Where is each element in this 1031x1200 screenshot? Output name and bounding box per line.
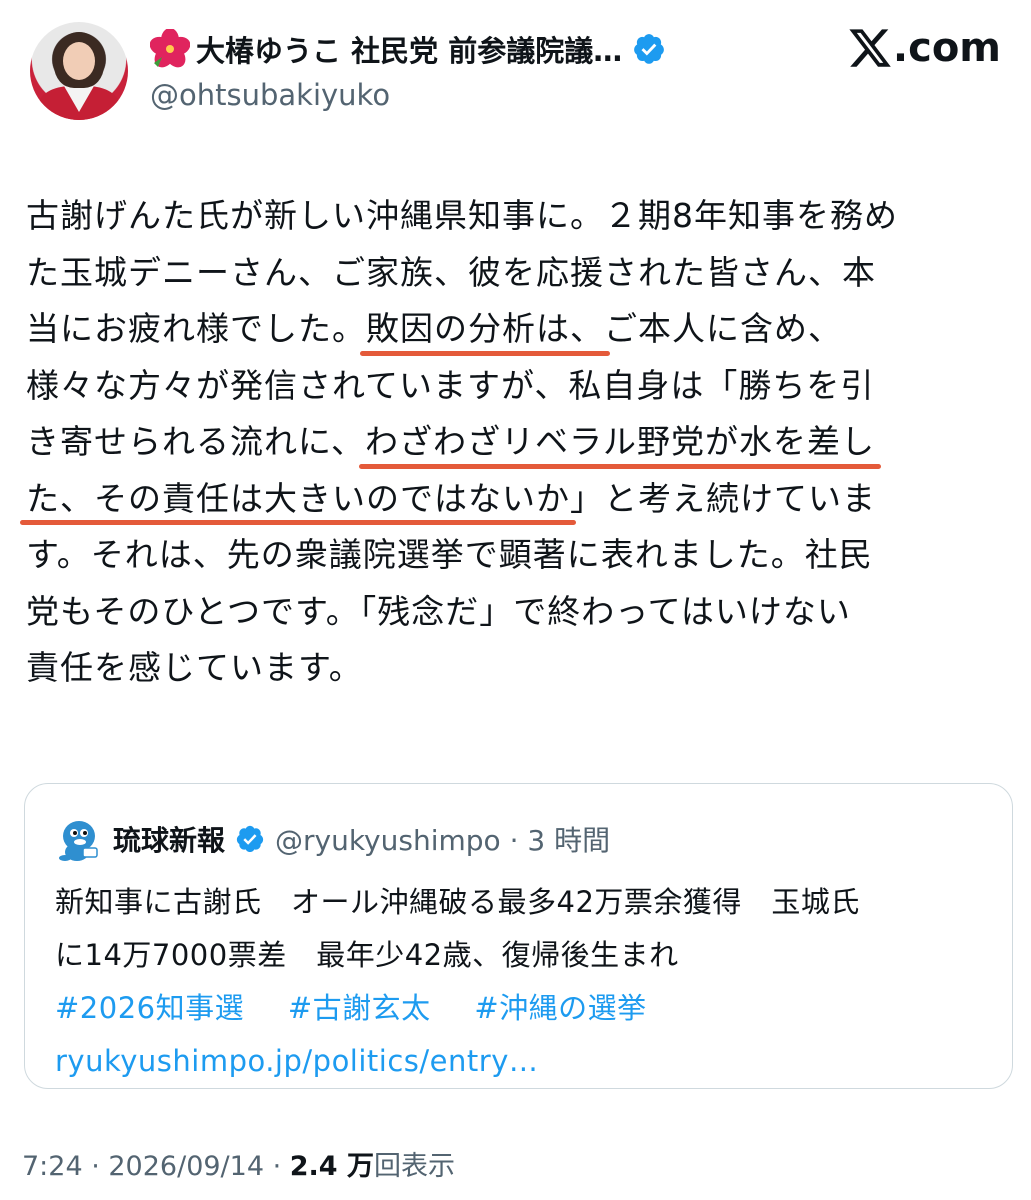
view-count-label: 回表示: [373, 1151, 455, 1182]
post-text: ご本人に含め、: [604, 309, 842, 348]
post-line: 様々な方々が発信されていますが、私自身は「勝ちを引: [26, 358, 1011, 415]
x-logo-text: .com: [892, 25, 1001, 71]
quoted-author-name[interactable]: 琉球新報: [113, 819, 225, 859]
post-line: す。それは、先の衆議院選挙で顕著に表れました。社民: [26, 527, 1011, 584]
author-handle[interactable]: @ohtsubakiyuko: [150, 78, 390, 112]
post-line: 党もそのひとつです。「残念だ」で終わってはいけない: [26, 584, 1011, 641]
post-meta: 7:24 · 2026/09/14 · 2.4 万回表示: [22, 1144, 455, 1183]
underlined-phrase: わざわざリベラル野党が水を差し: [359, 414, 882, 471]
hibiscus-icon: [150, 29, 190, 68]
article-link[interactable]: ryukyushimpo.jp/politics/entry…: [55, 1044, 538, 1078]
quoted-post-header: 琉球新報 @ryukyushimpo · 3 時間: [53, 814, 610, 864]
verified-badge-icon: [634, 34, 665, 64]
underlined-phrase: 敗因の分析は、: [360, 301, 610, 358]
post-text: 当にお疲れ様でした。: [26, 309, 366, 348]
post-line: た玉城デニーさん、ご家族、彼を応援された皆さん、本: [26, 245, 1011, 302]
post-text: す。それは、先の衆議院選挙で顕著に表れました。社民: [26, 535, 873, 574]
author-avatar[interactable]: [30, 22, 128, 120]
author-display-name[interactable]: 大椿ゆうこ 社民党 前参議院議…: [196, 28, 622, 70]
verified-badge-icon: [236, 825, 264, 853]
highlighted-text: 敗因の分析は、: [366, 309, 604, 348]
quoted-post-text: 新知事に古謝氏 オール沖縄破る最多42万票余獲得 玉城氏 に14万7000票差 …: [55, 876, 995, 1088]
post-timestamp[interactable]: 7:24 · 2026/09/14 ·: [22, 1151, 290, 1182]
quoted-post-card[interactable]: 琉球新報 @ryukyushimpo · 3 時間 新知事に古謝氏 オール沖縄破…: [24, 783, 1013, 1089]
post-line: た、その責任は大きいのではないか 」と考え続けていま: [20, 471, 1011, 528]
post-header: 大椿ゆうこ 社民党 前参議院議… @ohtsubakiyuko .com: [30, 22, 1001, 132]
post-line: 古謝げんた氏が新しい沖縄県知事に。２期8年知事を務め: [26, 188, 1011, 245]
hashtag-link[interactable]: #沖縄の選挙: [474, 991, 646, 1025]
post-body: 古謝げんた氏が新しい沖縄県知事に。２期8年知事を務め た玉城デニーさん、ご家族、…: [20, 188, 1011, 697]
red-underline: [359, 463, 882, 469]
ryukyushimpo-mascot-icon[interactable]: [53, 814, 103, 864]
hashtag-row: #2026知事選 #古謝玄太 #沖縄の選挙: [55, 982, 995, 1035]
post-text: 党もそのひとつです。「残念だ」で終わってはいけない: [26, 591, 851, 631]
highlighted-text: わざわざリベラル野党が水を差し: [365, 422, 876, 461]
red-underline: [20, 520, 576, 525]
post-text: た玉城デニーさん、ご家族、彼を応援された皆さん、本: [26, 252, 876, 292]
quoted-text-line: 新知事に古謝氏 オール沖縄破る最多42万票余獲得 玉城氏: [55, 885, 860, 919]
hashtag-link[interactable]: #古謝玄太: [288, 991, 431, 1025]
post-text: 様々な方々が発信されていますが、私自身は「勝ちを引: [26, 365, 875, 405]
quoted-handle-and-time[interactable]: @ryukyushimpo · 3 時間: [275, 819, 610, 859]
hashtag-link[interactable]: #2026知事選: [55, 991, 244, 1025]
post-text: き寄せられる流れに、: [26, 422, 366, 461]
post-text: 古謝げんた氏が新しい沖縄県知事に。２期8年知事を務め: [26, 196, 898, 235]
post-text: 責任を感じています。: [26, 648, 363, 687]
post-text: 」と考え続けていま: [570, 478, 876, 518]
post-line: 責任を感じています。: [26, 640, 1011, 697]
view-count: 2.4 万: [289, 1151, 374, 1182]
red-underline: [360, 350, 610, 356]
x-logo-icon: [849, 29, 891, 67]
article-link-row: ryukyushimpo.jp/politics/entry…: [55, 1035, 995, 1088]
post-line: き寄せられる流れに、わざわざリベラル野党が水を差し: [26, 414, 1011, 471]
x-com-logo: .com: [847, 22, 1001, 74]
quoted-text-line: に14万7000票差 最年少42歳、復帰後生まれ: [55, 938, 679, 972]
author-name-row[interactable]: 大椿ゆうこ 社民党 前参議院議…: [150, 28, 666, 70]
underlined-phrase: た、その責任は大きいのではないか: [20, 471, 576, 528]
post-line: 当にお疲れ様でした。敗因の分析は、 ご本人に含め、: [26, 301, 1011, 358]
highlighted-text: た、その責任は大きいのではないか: [26, 478, 570, 518]
